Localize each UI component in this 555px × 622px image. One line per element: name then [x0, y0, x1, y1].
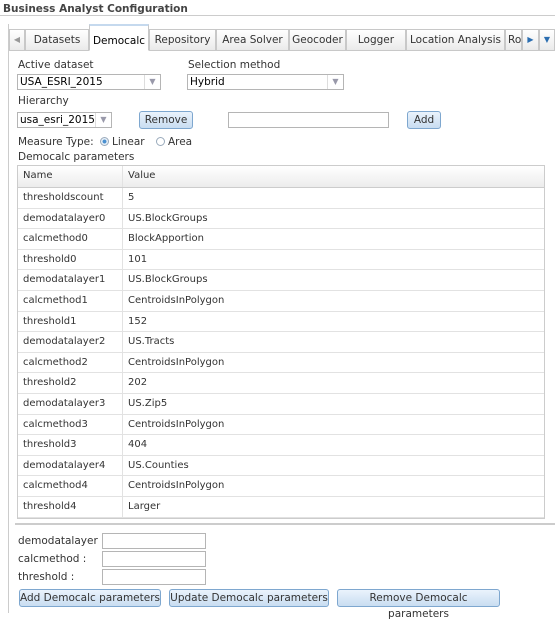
table-row[interactable]: threshold1 152	[18, 311, 544, 333]
cell-value: 101	[128, 253, 148, 265]
hierarchy-label: Hierarchy	[18, 95, 69, 107]
tab-logger[interactable]: Logger	[346, 29, 406, 51]
cell-value: 152	[128, 315, 148, 327]
area-radio[interactable]	[155, 137, 165, 146]
cell-name: demodatalayer3	[18, 393, 123, 414]
tab-area-solver[interactable]: Area Solver	[216, 29, 289, 51]
grid-header: Name Value	[18, 166, 544, 188]
active-dataset-value: USA_ESRI_2015	[20, 76, 103, 88]
tab-bar: ◀ Datasets Democalc Repository Area Solver G…	[9, 24, 555, 51]
linear-label[interactable]: Linear	[112, 136, 145, 148]
table-row[interactable]: calcmethod0 BlockApportion	[18, 229, 544, 250]
measure-type-row: Measure Type: Linear Area	[18, 136, 192, 148]
hierarchy-select[interactable]: usa_esri_2015 ▼	[17, 112, 112, 128]
cell-value: US.Counties	[128, 459, 189, 471]
table-row[interactable]: threshold2 202	[18, 373, 544, 394]
table-row[interactable]: demodatalayer1 US.BlockGroups	[18, 270, 544, 291]
cell-value: CentroidsInPolygon	[128, 480, 225, 492]
chevron-down-icon: ▼	[144, 75, 160, 89]
table-row[interactable]: calcmethod2 CentroidsInPolygon	[18, 352, 544, 374]
cell-value: US.Zip5	[128, 397, 168, 409]
update-params-button[interactable]: Update Democalc parameters	[169, 589, 329, 607]
column-header-name[interactable]: Name	[18, 166, 123, 187]
tab-menu-chevron-down-icon[interactable]: ▼	[539, 29, 555, 51]
threshold-label: threshold :	[18, 571, 75, 583]
linear-radio[interactable]	[99, 137, 109, 146]
cell-name: calcmethod2	[18, 352, 123, 373]
chevron-down-icon: ▼	[327, 75, 343, 89]
cell-value: CentroidsInPolygon	[128, 356, 225, 368]
cell-value: 202	[128, 377, 148, 389]
cell-name: demodatalayer1	[18, 270, 123, 290]
cell-name: threshold2	[18, 373, 123, 393]
tab-datasets[interactable]: Datasets	[25, 29, 89, 51]
threshold-input[interactable]	[102, 569, 206, 585]
cell-value: CentroidsInPolygon	[128, 294, 225, 306]
table-row[interactable]: calcmethod1 CentroidsInPolygon	[18, 290, 544, 312]
cell-name: threshold3	[18, 435, 123, 455]
tab-location-analysis[interactable]: Location Analysis	[406, 29, 505, 51]
tab-repository[interactable]: Repository	[149, 29, 216, 51]
table-row[interactable]: demodatalayer4 US.Counties	[18, 455, 544, 477]
table-row[interactable]: calcmethod4 CentroidsInPolygon	[18, 476, 544, 497]
selection-method-select[interactable]: Hybrid ▼	[187, 74, 344, 90]
selection-method-value: Hybrid	[190, 76, 225, 88]
remove-params-button[interactable]: Remove Democalc parameters	[337, 589, 500, 620]
cell-name: demodatalayer2	[18, 332, 123, 352]
add-hierarchy-button[interactable]: Add	[407, 111, 441, 129]
area-label[interactable]: Area	[168, 136, 192, 148]
tab-democalc[interactable]: Democalc	[89, 24, 149, 51]
remove-hierarchy-button[interactable]: Remove	[139, 111, 193, 129]
divider	[15, 523, 555, 525]
scroll-left-icon[interactable]: ◀	[9, 29, 25, 51]
cell-value: BlockApportion	[128, 233, 204, 245]
active-dataset-label: Active dataset	[18, 59, 94, 71]
new-hierarchy-input[interactable]	[228, 112, 389, 128]
table-row[interactable]: demodatalayer2 US.Tracts	[18, 332, 544, 353]
cell-value: US.BlockGroups	[128, 274, 208, 286]
cell-value: US.Tracts	[128, 336, 175, 348]
demodatalayer-label: demodatalayer :	[18, 535, 105, 547]
cell-name: demodatalayer0	[18, 208, 123, 229]
cell-name: thresholdscount	[18, 188, 123, 208]
cell-value: US.BlockGroups	[128, 212, 208, 224]
divider	[0, 15, 555, 16]
table-row[interactable]: demodatalayer3 US.Zip5	[18, 393, 544, 415]
column-header-value[interactable]: Value	[123, 166, 544, 187]
cell-name: calcmethod4	[18, 476, 123, 496]
table-row[interactable]: calcmethod3 CentroidsInPolygon	[18, 414, 544, 436]
cell-name: calcmethod1	[18, 290, 123, 311]
page-title: Business Analyst Configuration	[3, 3, 188, 15]
hierarchy-value: usa_esri_2015	[20, 114, 95, 126]
add-params-button[interactable]: Add Democalc parameters	[19, 589, 161, 607]
tab-ro[interactable]: Ro	[505, 29, 522, 51]
cell-value: 404	[128, 439, 148, 451]
active-dataset-select[interactable]: USA_ESRI_2015 ▼	[17, 74, 161, 90]
table-row[interactable]: demodatalayer0 US.BlockGroups	[18, 208, 544, 230]
params-grid: Name Value thresholdscount 5 demodatalayer…	[17, 165, 545, 519]
calcmethod-label: calcmethod :	[18, 553, 87, 565]
chevron-down-icon: ▼	[95, 113, 111, 127]
selection-method-label: Selection method	[188, 59, 281, 71]
cell-name: calcmethod0	[18, 229, 123, 249]
table-row[interactable]: threshold3 404	[18, 435, 544, 456]
calcmethod-input[interactable]	[102, 551, 206, 567]
scroll-right-icon[interactable]: ▶	[522, 29, 539, 51]
cell-name: threshold4	[18, 496, 123, 517]
tab-geocoder[interactable]: Geocoder	[289, 29, 346, 51]
cell-name: demodatalayer4	[18, 455, 123, 476]
table-row[interactable]: threshold0 101	[18, 249, 544, 271]
cell-name: calcmethod3	[18, 414, 123, 435]
table-row[interactable]: thresholdscount 5	[18, 188, 544, 209]
cell-name: threshold0	[18, 249, 123, 270]
cell-value: CentroidsInPolygon	[128, 418, 225, 430]
cell-value: Larger	[128, 500, 161, 512]
demodatalayer-input[interactable]	[102, 533, 206, 549]
measure-type-label: Measure Type:	[18, 136, 94, 148]
table-row[interactable]: threshold4 Larger	[18, 496, 544, 518]
cell-name: threshold1	[18, 311, 123, 332]
params-label: Democalc parameters	[18, 151, 135, 163]
cell-value: 5	[128, 192, 135, 203]
